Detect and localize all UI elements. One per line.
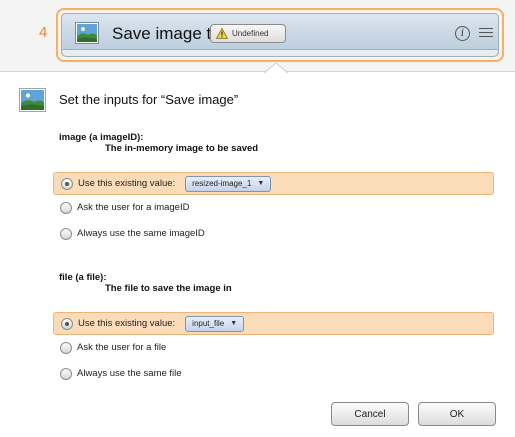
step-card-inner: Save image to Undefined i [61, 13, 499, 57]
radio-button[interactable] [61, 317, 73, 330]
file-input-description: The file to save the image in [105, 283, 232, 294]
file-value-select[interactable]: input_file ▼ [185, 315, 245, 332]
popover-pointer [264, 63, 288, 75]
image-icon [75, 22, 99, 44]
radio-button[interactable] [60, 367, 72, 380]
image-input-description: The in-memory image to be saved [105, 143, 259, 154]
option-label: Always use the same imageID [77, 228, 205, 239]
image-icon [19, 88, 46, 112]
option-label: Ask the user for a file [77, 342, 167, 353]
save-image-step-card[interactable]: Save image to Undefined i [56, 8, 504, 62]
step-card-footer [62, 49, 498, 56]
warning-icon [216, 28, 228, 39]
radio-button[interactable] [61, 177, 73, 190]
radio-button[interactable] [60, 341, 72, 354]
file-always-same-option[interactable]: Always use the same file [53, 362, 494, 385]
radio-button[interactable] [60, 227, 72, 240]
step-title: Save image to [112, 24, 221, 43]
option-label: Ask the user for a imageID [77, 202, 190, 213]
image-use-existing-option[interactable]: Use this existing value: resized-image_1… [53, 172, 494, 195]
ok-button[interactable]: OK [418, 402, 496, 426]
radio-button[interactable] [60, 201, 72, 214]
cancel-button[interactable]: Cancel [331, 402, 409, 426]
image-input-title: image (a imageID): [59, 132, 144, 143]
undefined-parameter-chip[interactable]: Undefined [210, 24, 286, 43]
option-label: Use this existing value: [78, 178, 176, 189]
select-value: resized-image_1 [192, 179, 252, 188]
hamburger-menu-icon[interactable] [479, 28, 493, 39]
file-use-existing-option[interactable]: Use this existing value: input_file ▼ [53, 312, 494, 335]
image-ask-user-option[interactable]: Ask the user for a imageID [53, 196, 494, 219]
select-value: input_file [192, 319, 225, 328]
step-number: 4 [39, 24, 48, 41]
undefined-chip-label: Undefined [232, 29, 269, 38]
dialog-title: Set the inputs for “Save image” [59, 92, 239, 107]
option-label: Always use the same file [77, 368, 182, 379]
option-label: Use this existing value: [78, 318, 176, 329]
chevron-down-icon: ▼ [257, 180, 265, 187]
chevron-down-icon: ▼ [230, 320, 238, 327]
image-always-same-option[interactable]: Always use the same imageID [53, 222, 494, 245]
save-image-dialog: 4 Save image to Undefined i Set the inpu… [0, 0, 515, 437]
file-ask-user-option[interactable]: Ask the user for a file [53, 336, 494, 359]
file-input-title: file (a file): [59, 272, 107, 283]
info-icon[interactable]: i [455, 26, 470, 41]
workflow-step-area: 4 Save image to Undefined i [0, 0, 515, 72]
image-value-select[interactable]: resized-image_1 ▼ [185, 175, 272, 192]
